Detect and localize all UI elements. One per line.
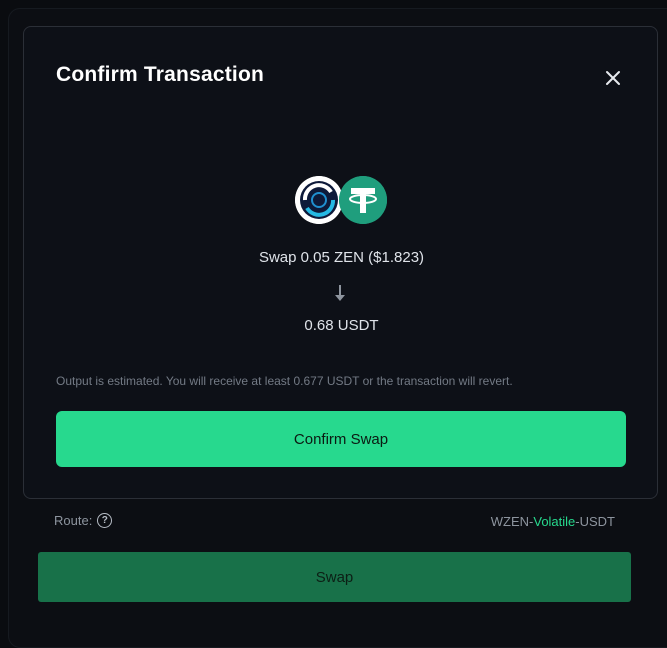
arrow-down-icon: [333, 283, 347, 303]
close-icon[interactable]: [602, 67, 624, 89]
modal-title: Confirm Transaction: [56, 63, 264, 86]
route-label-group: Route: ?: [54, 513, 113, 528]
token-pair-icons: [295, 176, 391, 226]
route-path-pool-type: Volatile: [533, 514, 576, 529]
route-label: Route:: [54, 513, 93, 528]
zen-token-icon: [295, 176, 343, 224]
swap-button[interactable]: Swap: [38, 552, 631, 602]
route-path-end: -USDT: [575, 514, 615, 529]
swap-from-amount: Swap 0.05 ZEN ($1.823): [258, 249, 425, 266]
confirm-transaction-modal: Confirm Transaction Swap 0.05 ZEN ($1.82…: [23, 26, 658, 499]
usdt-token-icon: [339, 176, 387, 224]
help-icon[interactable]: ?: [97, 513, 113, 528]
swap-to-amount: 0.68 USDT: [304, 317, 379, 334]
confirm-swap-button[interactable]: Confirm Swap: [56, 411, 626, 467]
route-path: WZEN-Volatile-USDT: [491, 514, 615, 529]
route-path-start: WZEN-: [490, 514, 534, 529]
estimate-notice: Output is estimated. You will receive at…: [56, 374, 513, 388]
